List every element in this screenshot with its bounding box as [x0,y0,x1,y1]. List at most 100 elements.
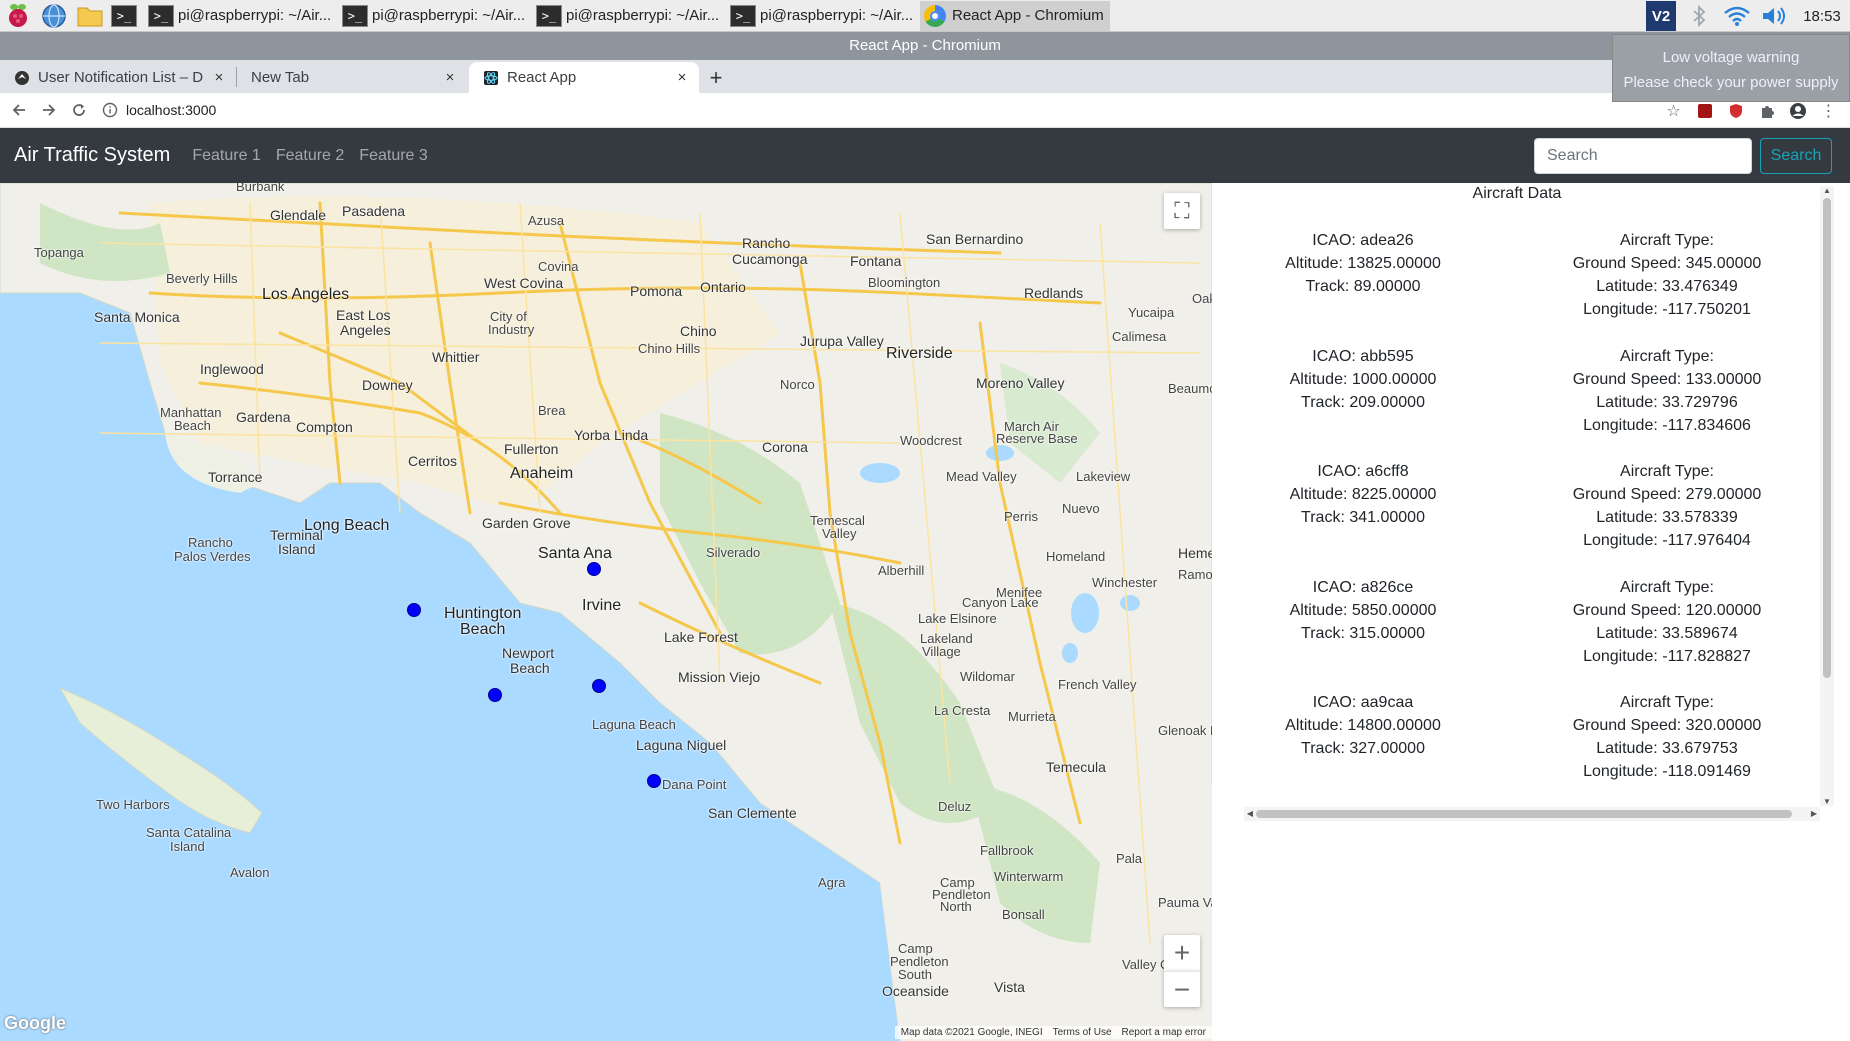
window-title: React App - Chromium [0,32,1850,60]
terminal-icon: >_ [342,4,368,27]
google-logo: Google [4,1013,66,1033]
nav-feature-1[interactable]: Feature 1 [192,147,260,165]
info-icon[interactable] [102,102,118,118]
aircraft-marker[interactable] [592,679,606,693]
os-taskbar: >_ >_ pi@raspberrypi: ~/Air... >_ pi@raspb… [0,0,1850,32]
forward-icon[interactable] [34,95,64,125]
bluetooth-icon[interactable] [1680,0,1718,32]
close-icon[interactable]: × [210,69,228,86]
taskbar-task-terminal-4[interactable]: >_ pi@raspberrypi: ~/Air... [726,1,918,31]
chromium-icon [924,4,946,27]
map-label: Bonsall [1002,907,1045,922]
taskbar-task-chromium[interactable]: React App - Chromium [920,0,1110,31]
react-favicon [484,70,498,85]
map-label: Oak [1192,291,1212,306]
new-tab-button[interactable]: + [699,62,733,93]
reload-icon[interactable] [64,95,94,125]
aircraft-row: ICAO: adea26 Altitude: 13825.00000 Track… [1212,229,1822,345]
map-label: Anaheim [510,465,574,482]
aircraft-marker[interactable] [488,688,502,702]
map-label: Glendale [270,207,327,223]
icao-value: ICAO: adea26 [1312,232,1414,249]
tab-react-app[interactable]: React App × [469,62,699,93]
altitude-value: Altitude: 13825.00000 [1285,255,1441,272]
map-label: Oceanside [882,983,949,999]
vnc-tray[interactable]: V2 [1642,0,1680,32]
map-label: Azusa [528,213,565,228]
fullscreen-button[interactable]: ⛶ [1164,193,1200,229]
aircraft-row: ICAO: abb595 Altitude: 1000.00000 Track:… [1212,345,1822,461]
taskbar-task-terminal-1[interactable]: >_ pi@raspberrypi: ~/Air... [144,1,336,31]
map-label: Cerritos [408,453,458,469]
report-error-link[interactable]: Report a map error [1122,1027,1206,1038]
browser-toolbar: localhost:3000 ☆ ⋮ [0,93,1850,128]
nav-feature-2[interactable]: Feature 2 [276,147,344,165]
zoom-in-button[interactable]: + [1164,935,1200,971]
map-label: Corona [762,439,808,455]
scroll-up-icon[interactable]: ▲ [1820,186,1834,195]
volume-icon[interactable] [1756,0,1794,32]
map-label: Nuevo [1062,501,1100,516]
panel-horizontal-scrollbar[interactable]: ◀ ▶ [1244,807,1820,821]
map-label: Garden Grove [482,515,571,531]
address-bar[interactable]: localhost:3000 [102,96,216,124]
track-value: Track: 315.00000 [1301,625,1425,642]
search-button[interactable]: Search [1760,138,1832,174]
file-manager-icon[interactable] [72,0,108,32]
altitude-value: Altitude: 1000.00000 [1289,371,1437,388]
panel-vertical-scrollbar[interactable]: ▲ ▼ [1820,186,1834,806]
terminal-icon[interactable]: >_ [108,0,144,32]
map-label: Irvine [582,597,622,614]
scroll-down-icon[interactable]: ▼ [1820,797,1834,806]
zoom-out-button[interactable]: − [1164,971,1200,1007]
raspberry-menu-icon[interactable] [0,0,36,32]
taskbar-task-terminal-2[interactable]: >_ pi@raspberrypi: ~/Air... [338,1,530,31]
map-label: Inglewood [200,361,264,377]
track-value: Track: 341.00000 [1301,509,1425,526]
map-label: Lake Forest [664,629,738,645]
close-icon[interactable]: × [441,69,459,86]
close-icon[interactable]: × [673,69,691,86]
map-label: Angeles [340,322,391,338]
map-label: Island [278,541,316,557]
task-label: pi@raspberrypi: ~/Air... [178,7,332,24]
map-label: Los Angeles [262,286,350,303]
map-label: Pasadena [342,203,406,219]
aircraft-marker[interactable] [647,774,661,788]
map-label: Woodcrest [900,433,962,448]
web-browser-icon[interactable] [36,0,72,32]
map-label: Whittier [432,349,480,365]
scroll-right-icon[interactable]: ▶ [1808,807,1820,821]
map-label: Valley [822,526,857,541]
map-view[interactable]: Burbank Glendale Pasadena Azusa Rancho C… [0,183,1212,1041]
scrollbar-thumb[interactable] [1256,810,1792,818]
taskbar-task-terminal-3[interactable]: >_ pi@raspberrypi: ~/Air... [532,1,724,31]
icao-value: ICAO: a826ce [1312,579,1414,596]
map-label: Beach [510,660,550,676]
tab-user-notification-list[interactable]: User Notification List – D × [0,62,236,93]
wifi-icon[interactable] [1718,0,1756,32]
map-label: Santa Ana [538,545,612,562]
scrollbar-thumb[interactable] [1823,198,1831,678]
map-data-credit: Map data ©2021 Google, INEGI [900,1027,1043,1038]
aircraft-marker[interactable] [587,562,601,576]
panel-title: Aircraft Data [1472,185,1562,202]
app-navbar: Air Traffic System Feature 1 Feature 2 F… [0,128,1850,183]
back-icon[interactable] [4,95,34,125]
altitude-value: Altitude: 8225.00000 [1289,486,1437,503]
search-input[interactable] [1534,138,1752,174]
scroll-left-icon[interactable]: ◀ [1244,807,1256,821]
map-label: Burbank [236,183,285,194]
task-label: pi@raspberrypi: ~/Air... [760,7,914,24]
app-brand[interactable]: Air Traffic System [14,144,170,167]
tab-new-tab[interactable]: New Tab × [237,62,467,93]
map-label: French Valley [1058,677,1137,692]
terms-link[interactable]: Terms of Use [1053,1027,1112,1038]
map-label: Beverly Hills [166,271,238,286]
map-label: Yorba Linda [574,427,649,443]
clock[interactable]: 18:53 [1794,8,1850,25]
nav-feature-3[interactable]: Feature 3 [359,147,427,165]
map-label: Village [922,644,961,659]
ground-speed-value: Ground Speed: 279.00000 [1572,486,1762,503]
aircraft-marker[interactable] [407,603,421,617]
